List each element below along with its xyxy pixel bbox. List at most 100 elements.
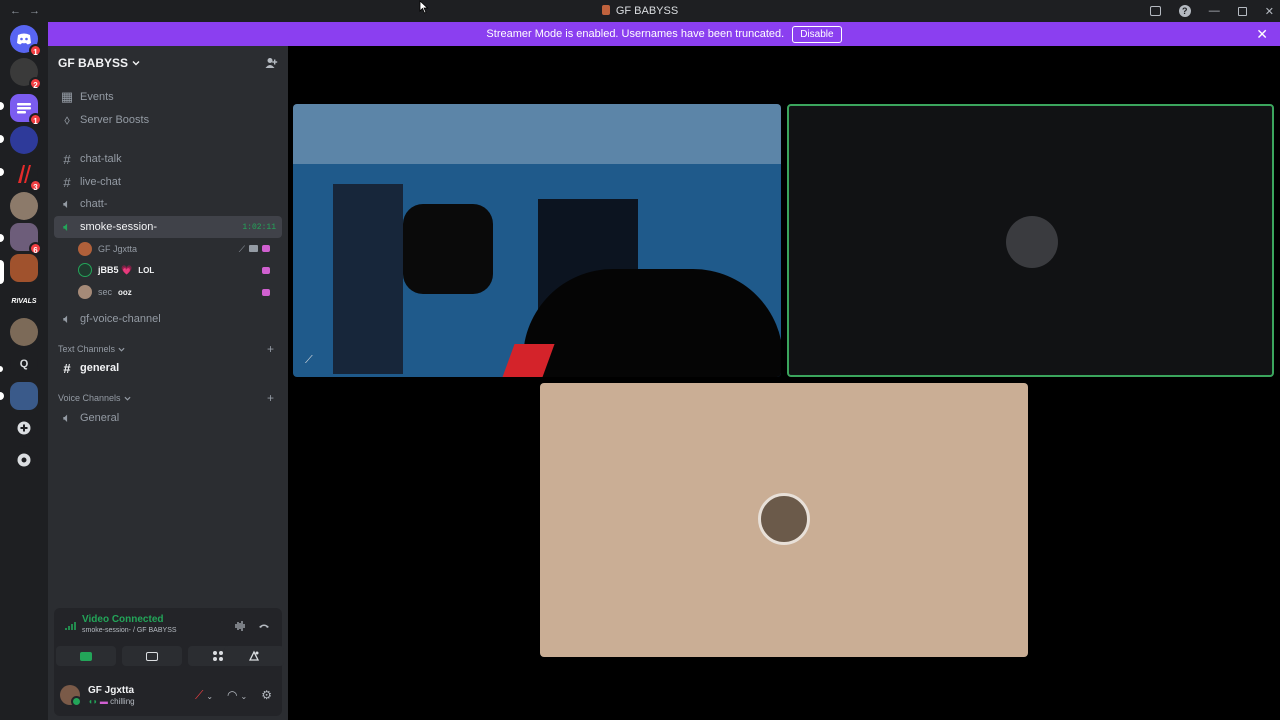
channel-chatt[interactable]: 🔈︎ chatt-	[54, 193, 282, 215]
user-status: ◖◗ ▬ chilling	[88, 696, 135, 706]
video-tile-speaking[interactable]	[787, 104, 1274, 377]
window-title: GF BABYSS	[0, 5, 1280, 17]
channel-general[interactable]: # general	[54, 357, 282, 379]
disable-streamer-mode-button[interactable]: Disable	[792, 25, 842, 43]
maximize-button[interactable]	[1237, 6, 1247, 16]
voice-user[interactable]: sec ooz	[78, 282, 278, 302]
back-arrow-icon[interactable]: ←	[10, 5, 21, 17]
soundboard-icon	[248, 650, 260, 661]
server-header[interactable]: GF BABYSS	[48, 46, 288, 80]
screen-share-button[interactable]	[122, 646, 182, 666]
notification-badge: 1	[29, 113, 42, 126]
avatar	[78, 285, 92, 299]
server-icon[interactable]	[10, 126, 38, 154]
muted-mic-icon[interactable]: ⟋ ⌄	[195, 688, 213, 703]
channel-live-chat[interactable]: # live-chat	[54, 171, 282, 193]
avatar[interactable]	[60, 685, 82, 707]
voice-user[interactable]: jBB5 💗 LOL	[78, 260, 278, 280]
minimize-button[interactable]: —	[1209, 5, 1220, 17]
channel-smoke-session[interactable]: 🔈︎ smoke-session- 1:02:11	[54, 216, 282, 238]
speaker-icon: 🔈︎	[63, 311, 71, 326]
user-name[interactable]: GF Jgxtta	[88, 685, 135, 696]
chevron-down-icon	[124, 396, 131, 401]
server-icon[interactable]: 2	[10, 58, 42, 90]
headphones-icon[interactable]: ◠ ⌄	[227, 688, 247, 702]
server-icon[interactable]	[10, 254, 38, 282]
channel-general-voice[interactable]: 🔈︎ General	[54, 407, 282, 429]
server-icon[interactable]	[10, 318, 38, 346]
activity-icon	[262, 288, 270, 296]
mouse-cursor-icon	[419, 0, 429, 14]
server-icon[interactable]: 3	[10, 160, 42, 192]
category-text-channels[interactable]: Text Channels +	[58, 341, 278, 357]
explore-icon[interactable]	[10, 446, 38, 474]
muted-mic-icon: ⟋	[238, 243, 245, 254]
window-titlebar: ← → GF BABYSS ? — ✕	[0, 0, 1280, 22]
help-icon[interactable]: ?	[1178, 5, 1191, 17]
server-icon[interactable]	[10, 382, 38, 410]
activities-icon	[213, 651, 223, 661]
channel-gf-voice-channel[interactable]: 🔈︎ gf-voice-channel	[54, 308, 282, 330]
forward-arrow-icon[interactable]: →	[29, 5, 40, 17]
unread-indicator	[0, 102, 4, 110]
activity-icon	[262, 266, 270, 274]
doorway-shape	[333, 184, 403, 374]
server-icon[interactable]: Q	[10, 350, 38, 378]
close-window-button[interactable]: ✕	[1265, 5, 1274, 18]
screen-share-icon	[146, 651, 158, 661]
text-channel-icon: #	[63, 360, 71, 376]
person-silhouette	[523, 269, 781, 377]
server-list: 1 2 1 3 6 RIVALS Q	[0, 22, 48, 720]
server-icon[interactable]: 1	[10, 94, 42, 126]
channel-sidebar: GF BABYSS ▦ Events ⬨ Server Boosts # cha…	[0, 46, 288, 720]
channel-chat-talk[interactable]: # chat-talk	[54, 148, 282, 170]
server-icon[interactable]: 6	[10, 223, 42, 255]
disconnect-icon[interactable]	[258, 620, 270, 632]
inbox-icon[interactable]	[1149, 6, 1161, 16]
events-item[interactable]: ▦ Events	[54, 86, 282, 108]
server-boosts-item[interactable]: ⬨ Server Boosts	[54, 109, 282, 131]
soundboard-button[interactable]	[224, 646, 284, 666]
selected-indicator	[0, 260, 4, 284]
direct-messages-home-icon[interactable]: 1	[10, 25, 42, 57]
noise-suppression-icon[interactable]	[234, 620, 246, 632]
svg-text:RIVALS: RIVALS	[11, 298, 36, 305]
voice-user[interactable]: GF Jgxtta ⟋	[78, 239, 278, 259]
speaker-icon: 🔈︎	[63, 410, 71, 425]
close-banner-button[interactable]: ✕	[1256, 26, 1268, 43]
text-channel-icon: #	[63, 151, 71, 167]
server-emoji-icon	[601, 5, 610, 15]
text-channel-icon: #	[63, 174, 71, 190]
video-icon	[249, 244, 258, 252]
category-voice-channels[interactable]: Voice Channels +	[58, 390, 278, 406]
voice-connection-panel: Video Connected smoke-session- / GF BABY…	[54, 608, 284, 716]
settings-gear-icon[interactable]: ⚙	[261, 688, 272, 702]
create-channel-icon[interactable]: +	[267, 342, 274, 356]
unread-indicator	[0, 392, 4, 400]
create-channel-icon[interactable]: +	[267, 391, 274, 405]
video-camera-icon	[80, 651, 92, 661]
user-panel: GF Jgxtta ◖◗ ▬ chilling ⟋ ⌄ ◠ ⌄ ⚙	[54, 674, 282, 716]
banner-text: Streamer Mode is enabled. Usernames have…	[486, 28, 785, 40]
voice-status-title[interactable]: Video Connected	[82, 614, 177, 625]
add-server-icon[interactable]	[10, 414, 38, 442]
notification-badge: 3	[29, 179, 42, 192]
server-icon[interactable]: RIVALS	[10, 286, 38, 314]
server-icon[interactable]	[10, 192, 38, 220]
video-tile-avatar[interactable]	[540, 383, 1028, 657]
avatar	[78, 242, 92, 256]
notification-badge: 6	[29, 242, 42, 255]
invite-people-icon[interactable]	[264, 56, 278, 70]
speaker-icon: 🔈︎	[63, 196, 71, 211]
activity-icon	[262, 244, 270, 252]
avatar	[78, 263, 92, 277]
calendar-icon: ▦	[60, 89, 74, 104]
video-tile-camera[interactable]: ⟋	[293, 104, 781, 377]
speaker-icon: 🔈︎	[63, 219, 71, 234]
boost-icon: ⬨	[64, 112, 70, 127]
avatar	[1006, 216, 1058, 268]
chevron-down-icon	[118, 347, 125, 352]
voice-status: Video Connected smoke-session- / GF BABY…	[60, 614, 177, 634]
voice-status-location[interactable]: smoke-session- / GF BABYSS	[82, 627, 177, 634]
camera-toggle-button[interactable]	[56, 646, 116, 666]
